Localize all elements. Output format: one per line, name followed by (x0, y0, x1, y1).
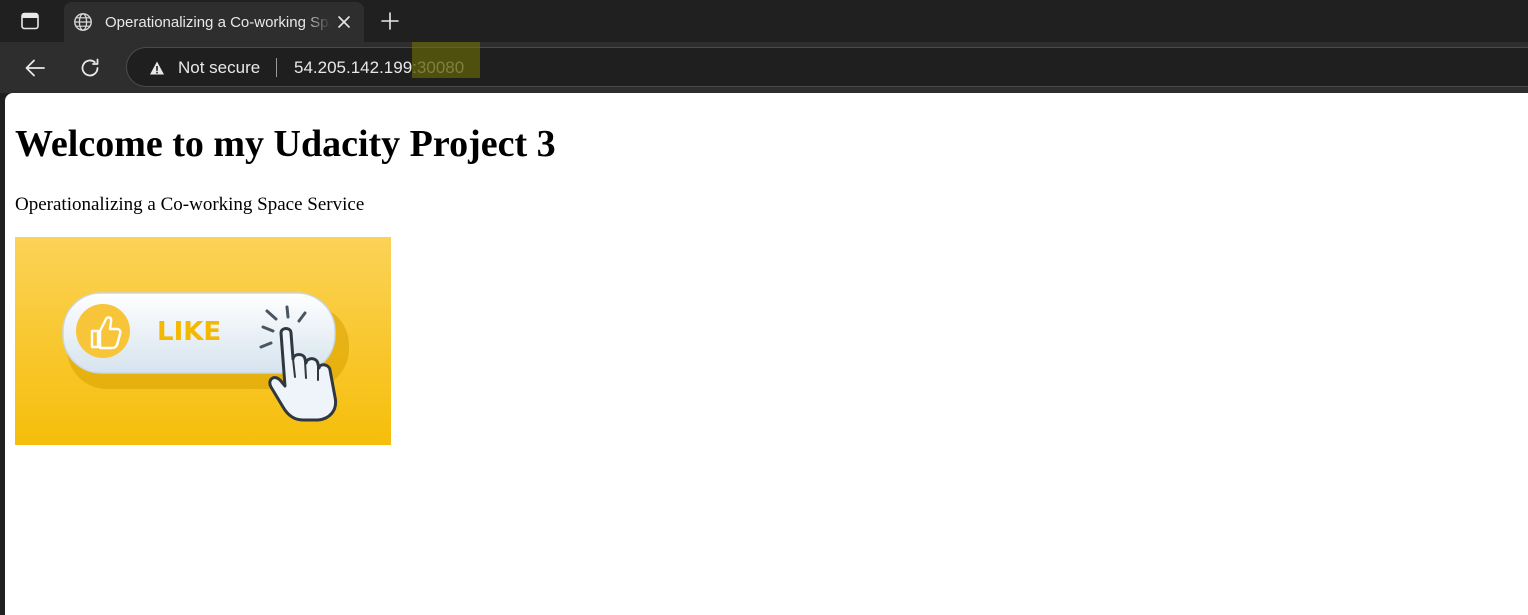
back-button[interactable] (19, 52, 51, 84)
tab-actions-icon (21, 12, 39, 30)
tab-strip: Operationalizing a Co-working Space Serv… (0, 0, 1528, 42)
refresh-button[interactable] (74, 52, 106, 84)
refresh-icon (81, 58, 99, 77)
omnibox-divider (276, 58, 277, 77)
page-viewport: Welcome to my Udacity Project 3 Operatio… (5, 93, 1528, 615)
tab-actions-button[interactable] (10, 6, 50, 36)
like-label: LIKE (157, 317, 221, 347)
port-highlight-overlay (412, 42, 480, 78)
active-tab[interactable]: Operationalizing a Co-working Space Serv… (64, 2, 364, 42)
address-bar[interactable]: Not secure 54.205.142.199:30080 (126, 47, 1528, 87)
new-tab-button[interactable] (376, 7, 404, 35)
site-security-chip[interactable]: Not secure (149, 57, 260, 79)
close-icon (338, 16, 350, 28)
warning-triangle-icon (150, 61, 164, 75)
browser-toolbar: Not secure 54.205.142.199:30080 (0, 42, 1528, 93)
back-arrow-icon (25, 59, 45, 77)
page-heading: Welcome to my Udacity Project 3 (15, 123, 556, 165)
thumbs-up-icon (76, 304, 130, 358)
like-button-image: LIKE (15, 237, 391, 445)
url-host: 54.205.142.199 (294, 58, 413, 77)
page-paragraph: Operationalizing a Co-working Space Serv… (15, 194, 365, 215)
tab-title: Operationalizing a Co-working Space Serv… (105, 14, 331, 31)
plus-icon (381, 12, 399, 30)
tab-close-button[interactable] (332, 10, 356, 34)
globe-icon (74, 13, 92, 31)
security-label: Not secure (178, 58, 261, 77)
